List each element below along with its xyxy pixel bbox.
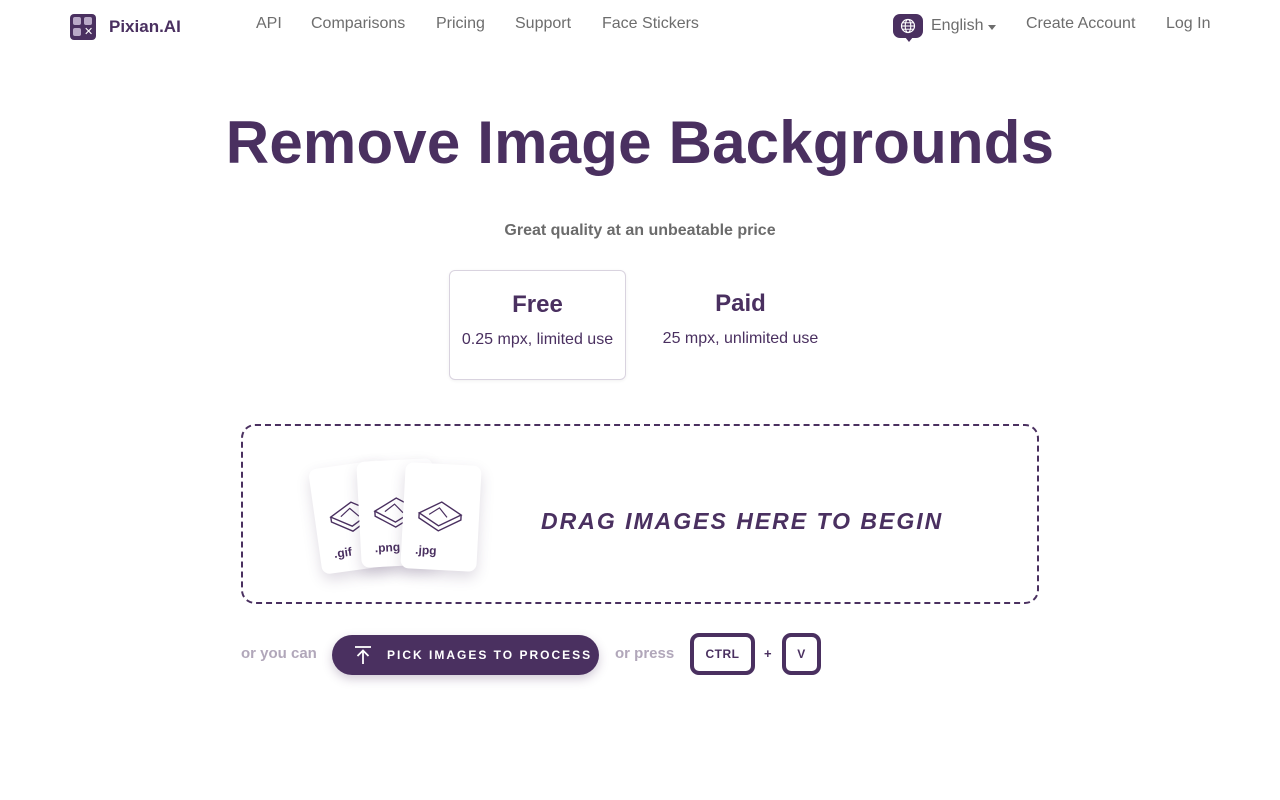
plan-free-option[interactable]: Free 0.25 mpx, limited use xyxy=(449,270,626,380)
nav-link-comparisons[interactable]: Comparisons xyxy=(311,15,405,33)
plan-description: 25 mpx, unlimited use xyxy=(662,330,819,347)
nav-link-face-stickers[interactable]: Face Stickers xyxy=(602,15,699,33)
image-file-icon xyxy=(417,501,463,532)
file-extension-label: .gif xyxy=(332,544,353,561)
chevron-down-icon xyxy=(988,24,997,30)
language-label: English xyxy=(931,17,984,34)
globe-icon xyxy=(893,14,923,42)
page-title: Remove Image Backgrounds xyxy=(225,109,1055,176)
plan-name: Free xyxy=(512,291,563,318)
pick-images-button-label: PICK IMAGES TO PROCESS xyxy=(387,648,593,662)
file-extension-label: .png xyxy=(374,539,401,556)
log-in-link[interactable]: Log In xyxy=(1166,15,1210,33)
pick-images-button[interactable]: PICK IMAGES TO PROCESS xyxy=(332,635,599,675)
language-selector[interactable]: English xyxy=(893,14,997,42)
nav-link-api[interactable]: API xyxy=(256,15,282,33)
plan-description: 0.25 mpx, limited use xyxy=(461,331,614,348)
file-card-jpg: .jpg xyxy=(400,462,482,572)
image-drop-zone[interactable]: .gif .png .jpg DRAG IMAGES HERE TO BEGIN xyxy=(241,424,1039,604)
create-account-link[interactable]: Create Account xyxy=(1026,15,1135,33)
top-nav: ✕ Pixian.AI API Comparisons Pricing Supp… xyxy=(0,0,1280,52)
nav-link-support[interactable]: Support xyxy=(515,15,571,33)
tagline: Great quality at an unbeatable price xyxy=(504,222,776,239)
plan-paid-option[interactable]: Paid 25 mpx, unlimited use xyxy=(650,270,831,380)
ctrl-key-badge: CTRL xyxy=(690,633,755,675)
key-plus-sign: + xyxy=(764,646,772,661)
logo-icon: ✕ xyxy=(70,14,96,40)
upload-icon xyxy=(355,646,371,664)
nav-link-pricing[interactable]: Pricing xyxy=(436,15,485,33)
or-press-label: or press xyxy=(615,645,675,662)
brand-name: Pixian.AI xyxy=(109,17,181,36)
or-you-can-label: or you can xyxy=(241,645,317,662)
file-extension-label: .jpg xyxy=(414,542,437,558)
logo-link[interactable]: ✕ Pixian.AI xyxy=(70,14,181,40)
plan-name: Paid xyxy=(715,290,766,317)
v-key-badge: V xyxy=(782,633,821,675)
drop-zone-instructions: DRAG IMAGES HERE TO BEGIN xyxy=(541,508,944,534)
